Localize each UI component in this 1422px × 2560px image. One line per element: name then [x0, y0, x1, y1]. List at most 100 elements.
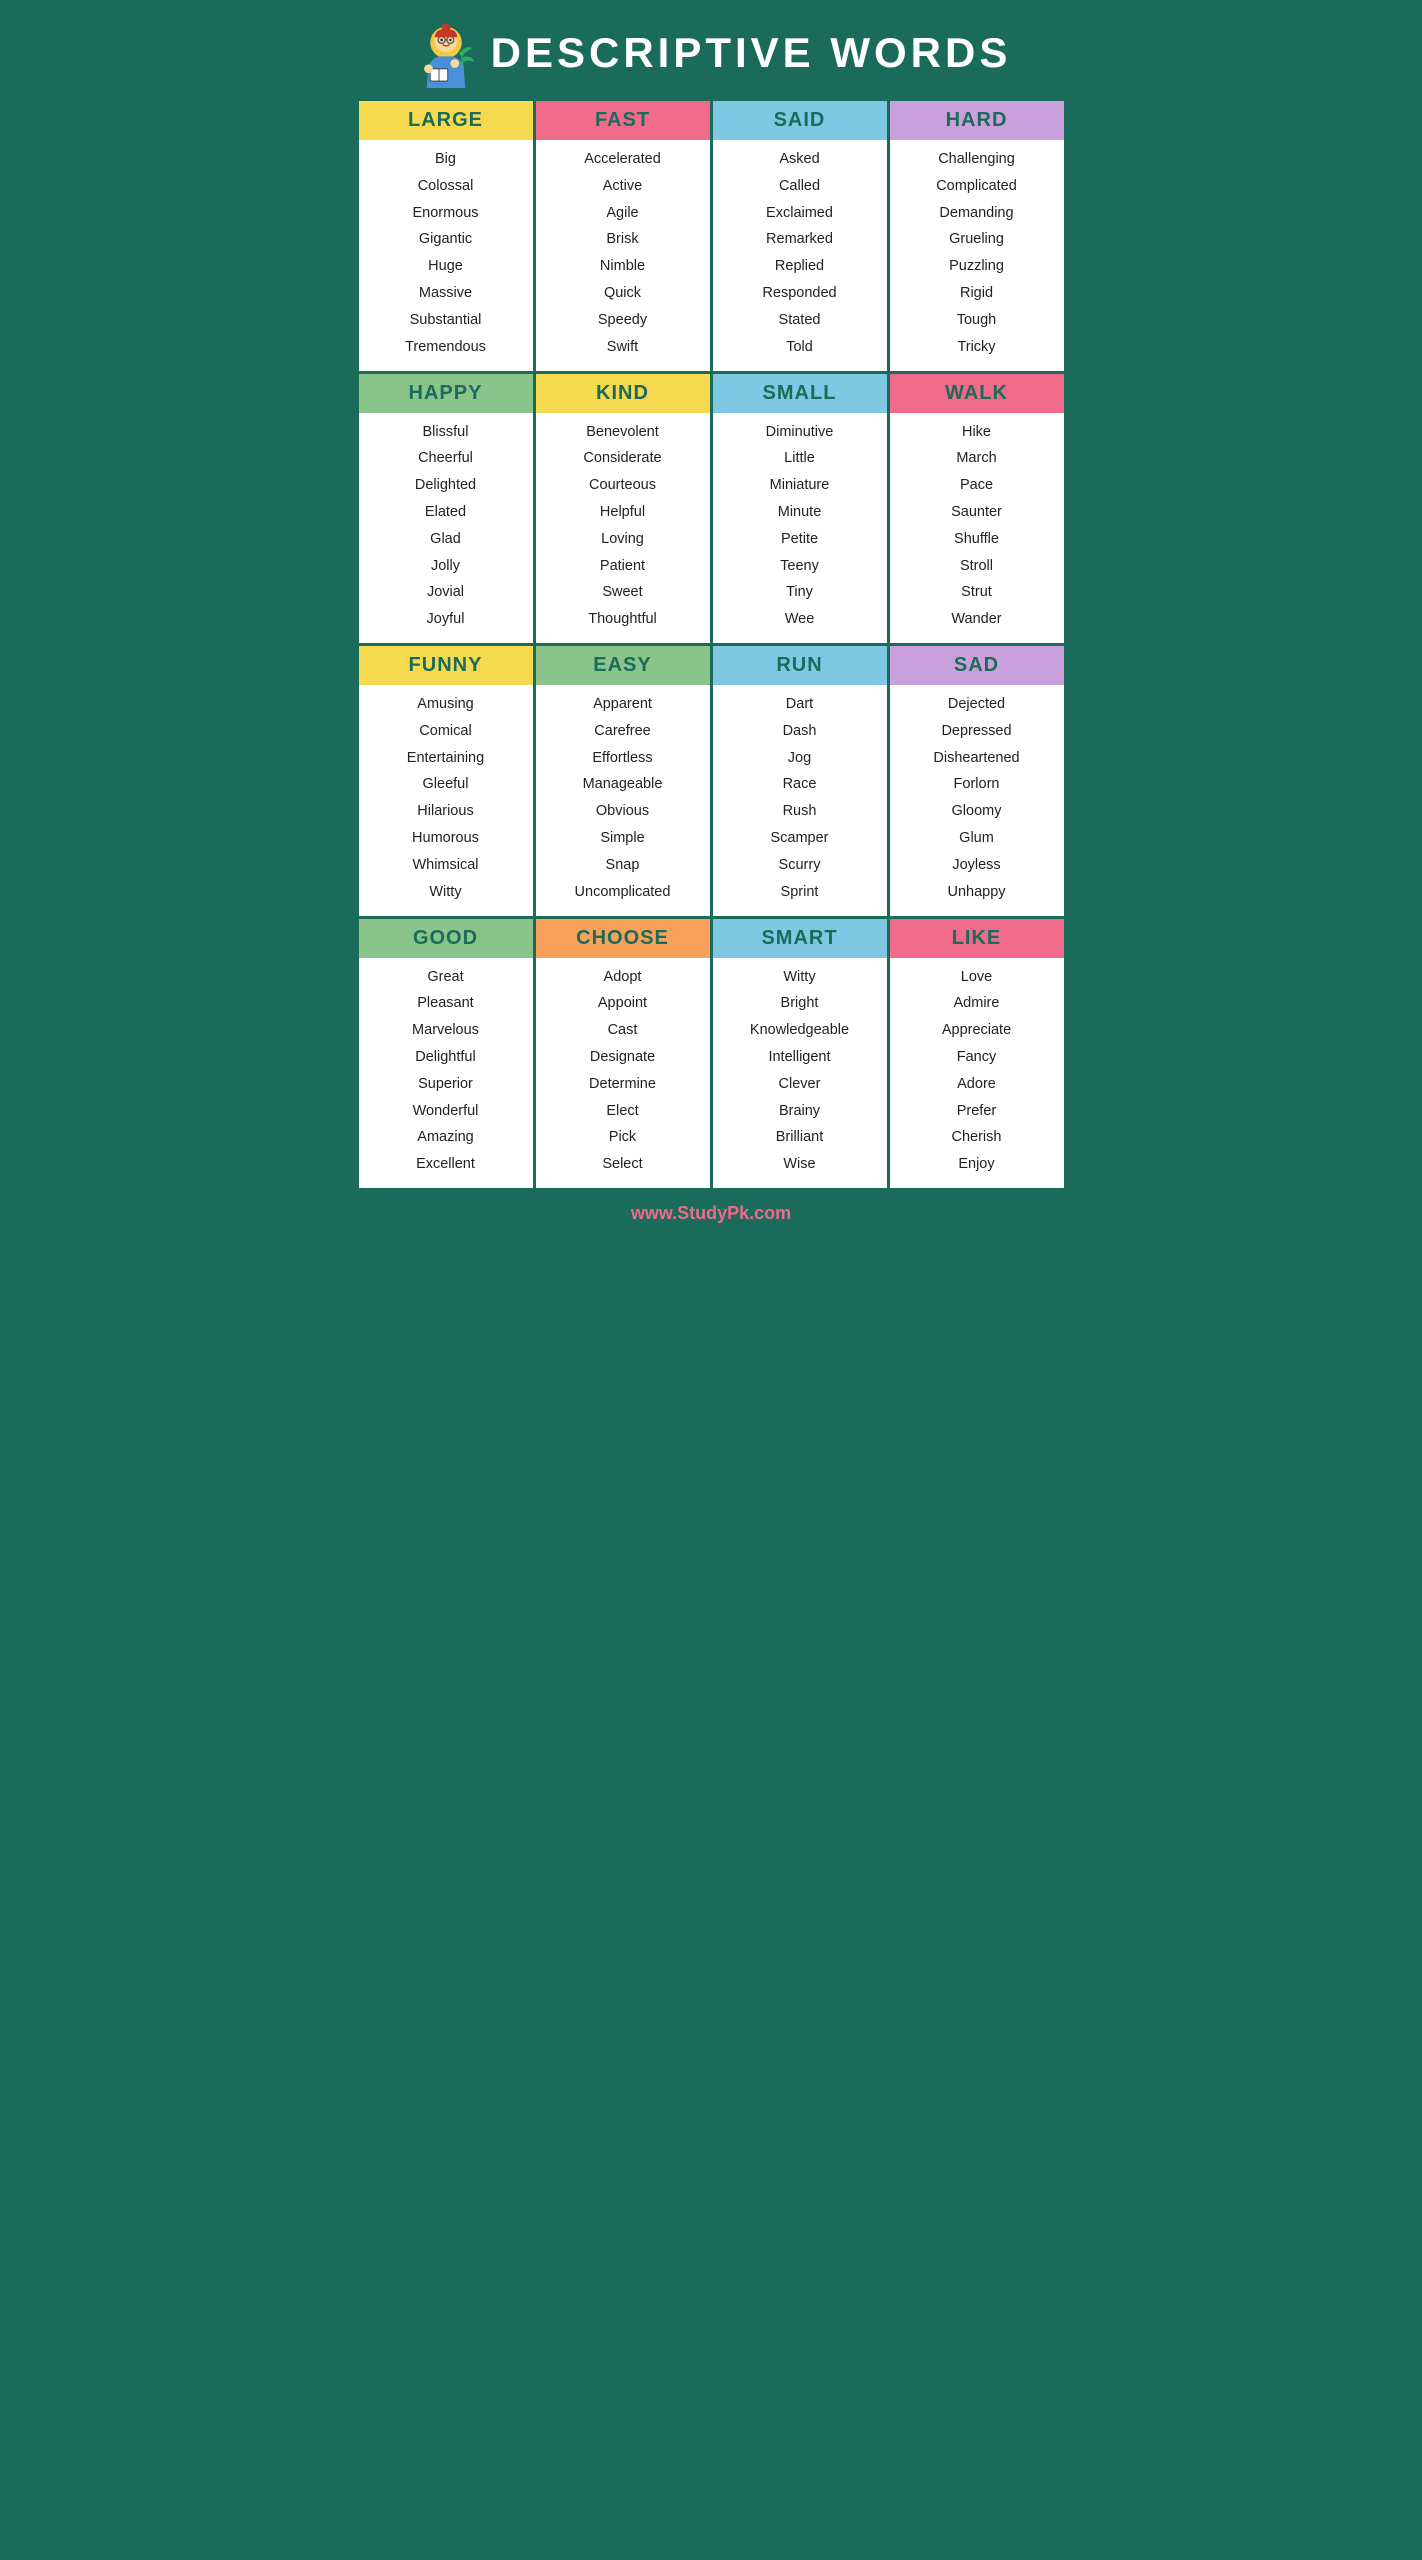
word-item: Scurry: [770, 852, 828, 879]
grid-cell-choose: CHOOSEAdoptAppointCastDesignateDetermine…: [536, 919, 710, 1189]
word-item: Replied: [762, 253, 836, 280]
word-item: Simple: [575, 825, 671, 852]
word-item: Adore: [942, 1071, 1011, 1098]
word-item: Knowledgeable: [750, 1017, 849, 1044]
words-grid: LARGEBigColossalEnormousGiganticHugeMass…: [356, 98, 1067, 1191]
cell-header-small: SMALL: [713, 374, 887, 413]
word-item: Select: [589, 1151, 656, 1178]
word-item: Quick: [584, 280, 661, 307]
word-item: Carefree: [575, 718, 671, 745]
word-item: Big: [405, 146, 486, 173]
word-item: March: [951, 445, 1002, 472]
word-item: Puzzling: [936, 253, 1017, 280]
word-item: Depressed: [933, 718, 1019, 745]
word-item: Obvious: [575, 798, 671, 825]
grid-cell-good: GOODGreatPleasantMarvelousDelightfulSupe…: [359, 919, 533, 1189]
word-item: Uncomplicated: [575, 879, 671, 906]
word-item: Diminutive: [766, 419, 834, 446]
word-item: Teeny: [766, 553, 834, 580]
word-item: Joyful: [415, 606, 476, 633]
word-item: Appoint: [589, 990, 656, 1017]
word-item: Designate: [589, 1044, 656, 1071]
word-item: Snap: [575, 852, 671, 879]
word-item: Tremendous: [405, 334, 486, 361]
word-item: Colossal: [405, 173, 486, 200]
cell-header-easy: EASY: [536, 646, 710, 685]
word-item: Bright: [750, 990, 849, 1017]
cell-body-hard: ChallengingComplicatedDemandingGruelingP…: [932, 140, 1021, 371]
word-item: Humorous: [407, 825, 484, 852]
grid-cell-sad: SADDejectedDepressedDisheartenedForlornG…: [890, 646, 1064, 916]
word-item: Excellent: [412, 1151, 479, 1178]
cell-body-good: GreatPleasantMarvelousDelightfulSuperior…: [408, 958, 483, 1189]
cell-body-like: LoveAdmireAppreciateFancyAdorePreferCher…: [938, 958, 1015, 1189]
cell-body-happy: BlissfulCheerfulDelightedElatedGladJolly…: [411, 413, 480, 644]
cell-header-choose: CHOOSE: [536, 919, 710, 958]
word-item: Dash: [770, 718, 828, 745]
grid-cell-fast: FASTAcceleratedActiveAgileBriskNimbleQui…: [536, 101, 710, 371]
cell-header-smart: SMART: [713, 919, 887, 958]
cell-header-like: LIKE: [890, 919, 1064, 958]
word-item: Amazing: [412, 1124, 479, 1151]
cell-body-sad: DejectedDepressedDisheartenedForlornGloo…: [929, 685, 1023, 916]
word-item: Apparent: [575, 691, 671, 718]
word-item: Huge: [405, 253, 486, 280]
word-item: Dejected: [933, 691, 1019, 718]
page-header: DESCRIPTIVE WORDS: [356, 0, 1067, 98]
cell-body-small: DiminutiveLittleMiniatureMinutePetiteTee…: [762, 413, 838, 644]
word-item: Exclaimed: [762, 200, 836, 227]
word-item: Demanding: [936, 200, 1017, 227]
word-item: Brainy: [750, 1098, 849, 1125]
word-item: Witty: [407, 879, 484, 906]
word-item: Elated: [415, 499, 476, 526]
word-item: Joyless: [933, 852, 1019, 879]
word-item: Clever: [750, 1071, 849, 1098]
word-item: Strut: [951, 579, 1002, 606]
word-item: Nimble: [584, 253, 661, 280]
word-item: Sprint: [770, 879, 828, 906]
word-item: Gigantic: [405, 226, 486, 253]
word-item: Unhappy: [933, 879, 1019, 906]
word-item: Called: [762, 173, 836, 200]
footer-url: www.StudyPk.com: [631, 1203, 791, 1223]
word-item: Miniature: [766, 472, 834, 499]
grid-cell-smart: SMARTWittyBrightKnowledgeableIntelligent…: [713, 919, 887, 1189]
grid-cell-hard: HARDChallengingComplicatedDemandingGruel…: [890, 101, 1064, 371]
word-item: Speedy: [584, 307, 661, 334]
word-item: Jovial: [415, 579, 476, 606]
word-item: Agile: [584, 200, 661, 227]
word-item: Sweet: [583, 579, 661, 606]
word-item: Gloomy: [933, 798, 1019, 825]
word-item: Witty: [750, 964, 849, 991]
cell-header-fast: FAST: [536, 101, 710, 140]
word-item: Petite: [766, 526, 834, 553]
word-item: Hike: [951, 419, 1002, 446]
word-item: Stated: [762, 307, 836, 334]
word-item: Forlorn: [933, 771, 1019, 798]
word-item: Pick: [589, 1124, 656, 1151]
word-item: Delighted: [415, 472, 476, 499]
word-item: Admire: [942, 990, 1011, 1017]
word-item: Glad: [415, 526, 476, 553]
word-item: Patient: [583, 553, 661, 580]
word-item: Substantial: [405, 307, 486, 334]
word-item: Determine: [589, 1071, 656, 1098]
word-item: Effortless: [575, 745, 671, 772]
word-item: Little: [766, 445, 834, 472]
word-item: Accelerated: [584, 146, 661, 173]
word-item: Active: [584, 173, 661, 200]
word-item: Wee: [766, 606, 834, 633]
word-item: Adopt: [589, 964, 656, 991]
word-item: Superior: [412, 1071, 479, 1098]
word-item: Love: [942, 964, 1011, 991]
cell-header-hard: HARD: [890, 101, 1064, 140]
page-title: DESCRIPTIVE WORDS: [491, 29, 1012, 77]
grid-cell-walk: WALKHikeMarchPaceSaunterShuffleStrollStr…: [890, 374, 1064, 644]
grid-cell-said: SAIDAskedCalledExclaimedRemarkedRepliedR…: [713, 101, 887, 371]
word-item: Delightful: [412, 1044, 479, 1071]
word-item: Glum: [933, 825, 1019, 852]
word-item: Cheerful: [415, 445, 476, 472]
word-item: Saunter: [951, 499, 1002, 526]
word-item: Gleeful: [407, 771, 484, 798]
word-item: Entertaining: [407, 745, 484, 772]
